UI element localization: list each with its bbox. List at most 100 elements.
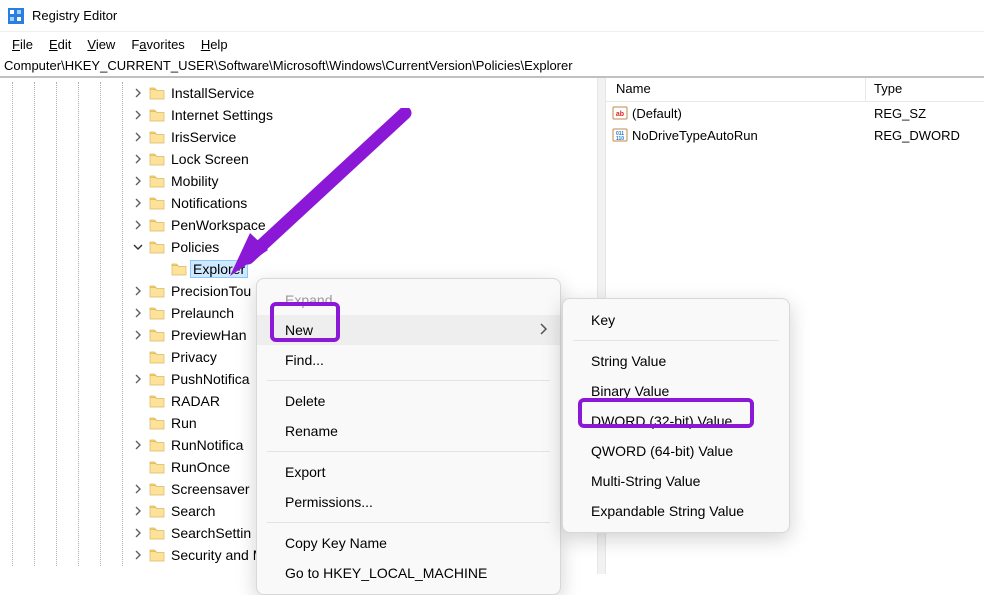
- menu-favorites[interactable]: Favorites: [123, 35, 192, 54]
- tree-item-label: Run: [169, 415, 199, 431]
- value-name: NoDriveTypeAutoRun: [632, 128, 758, 143]
- tree-item[interactable]: Mobility: [0, 170, 597, 192]
- folder-icon: [149, 240, 165, 254]
- spacer: [131, 350, 145, 364]
- chevron-right-icon[interactable]: [131, 438, 145, 452]
- tree-item-label: Screensaver: [169, 481, 252, 497]
- cm-copy-key-name[interactable]: Copy Key Name: [257, 528, 560, 558]
- menu-view[interactable]: View: [79, 35, 123, 54]
- folder-icon: [149, 372, 165, 386]
- folder-icon: [149, 130, 165, 144]
- folder-icon: [149, 504, 165, 518]
- tree-item-label: Lock Screen: [169, 151, 251, 167]
- cm-permissions[interactable]: Permissions...: [257, 487, 560, 517]
- sub-string-value[interactable]: String Value: [563, 346, 789, 376]
- tree-item-label: PushNotifica: [169, 371, 252, 387]
- folder-icon: [149, 482, 165, 496]
- tree-item-label: Privacy: [169, 349, 219, 365]
- chevron-right-icon[interactable]: [131, 328, 145, 342]
- chevron-right-icon[interactable]: [131, 284, 145, 298]
- chevron-right-icon[interactable]: [131, 108, 145, 122]
- chevron-right-icon[interactable]: [131, 130, 145, 144]
- tree-item-label: Search: [169, 503, 217, 519]
- folder-icon: [149, 306, 165, 320]
- chevron-right-icon: [540, 322, 548, 338]
- cm-rename[interactable]: Rename: [257, 416, 560, 446]
- sub-qword-value[interactable]: QWORD (64-bit) Value: [563, 436, 789, 466]
- chevron-right-icon[interactable]: [131, 86, 145, 100]
- svg-text:110: 110: [616, 136, 624, 142]
- tree-item-label: Notifications: [169, 195, 249, 211]
- separator: [267, 522, 550, 523]
- folder-icon: [149, 438, 165, 452]
- separator: [267, 380, 550, 381]
- chevron-right-icon[interactable]: [131, 196, 145, 210]
- separator: [267, 451, 550, 452]
- folder-icon: [149, 108, 165, 122]
- cm-find[interactable]: Find...: [257, 345, 560, 375]
- folder-icon: [149, 548, 165, 562]
- sub-dword-value[interactable]: DWORD (32-bit) Value: [563, 406, 789, 436]
- cm-export[interactable]: Export: [257, 457, 560, 487]
- tree-item-label: PrecisionTou: [169, 283, 253, 299]
- spacer: [131, 460, 145, 474]
- folder-icon: [171, 262, 187, 276]
- menu-help[interactable]: Help: [193, 35, 236, 54]
- value-type: REG_DWORD: [866, 128, 984, 143]
- column-type[interactable]: Type: [866, 78, 984, 101]
- window-title: Registry Editor: [32, 8, 117, 23]
- values-header: Name Type: [606, 78, 984, 102]
- sub-multi-string-value[interactable]: Multi-String Value: [563, 466, 789, 496]
- spacer: [153, 262, 167, 276]
- column-name[interactable]: Name: [606, 78, 866, 101]
- sub-key[interactable]: Key: [563, 305, 789, 335]
- spacer: [131, 394, 145, 408]
- menubar: File Edit View Favorites Help: [0, 32, 984, 56]
- tree-item[interactable]: Explorer: [0, 258, 597, 280]
- menu-edit[interactable]: Edit: [41, 35, 79, 54]
- chevron-right-icon[interactable]: [131, 482, 145, 496]
- chevron-right-icon[interactable]: [131, 218, 145, 232]
- folder-icon: [149, 416, 165, 430]
- chevron-right-icon[interactable]: [131, 548, 145, 562]
- folder-icon: [149, 196, 165, 210]
- tree-item-label: Explorer: [191, 261, 247, 277]
- chevron-right-icon[interactable]: [131, 526, 145, 540]
- regedit-icon: [8, 8, 24, 24]
- tree-item[interactable]: Internet Settings: [0, 104, 597, 126]
- cm-delete[interactable]: Delete: [257, 386, 560, 416]
- value-row[interactable]: ab(Default)REG_SZ: [606, 102, 984, 124]
- tree-item-label: Mobility: [169, 173, 220, 189]
- menu-file[interactable]: File: [4, 35, 41, 54]
- chevron-down-icon[interactable]: [131, 240, 145, 254]
- folder-icon: [149, 328, 165, 342]
- tree-item[interactable]: Lock Screen: [0, 148, 597, 170]
- tree-item[interactable]: IrisService: [0, 126, 597, 148]
- tree-item-label: Internet Settings: [169, 107, 275, 123]
- tree-item-label: IrisService: [169, 129, 238, 145]
- chevron-right-icon[interactable]: [131, 306, 145, 320]
- sub-expandable-string-value[interactable]: Expandable String Value: [563, 496, 789, 526]
- tree-item-label: Policies: [169, 239, 221, 255]
- tree-item[interactable]: Notifications: [0, 192, 597, 214]
- value-row[interactable]: 011110NoDriveTypeAutoRunREG_DWORD: [606, 124, 984, 146]
- context-menu: Expand New Find... Delete Rename Export …: [256, 278, 561, 595]
- address-path: Computer\HKEY_CURRENT_USER\Software\Micr…: [4, 58, 573, 73]
- folder-icon: [149, 218, 165, 232]
- folder-icon: [149, 86, 165, 100]
- tree-item[interactable]: PenWorkspace: [0, 214, 597, 236]
- tree-item[interactable]: Policies: [0, 236, 597, 258]
- tree-item-label: PreviewHan: [169, 327, 248, 343]
- tree-item[interactable]: InstallService: [0, 82, 597, 104]
- tree-item-label: RunNotifica: [169, 437, 245, 453]
- titlebar: Registry Editor: [0, 0, 984, 32]
- chevron-right-icon[interactable]: [131, 152, 145, 166]
- address-bar[interactable]: Computer\HKEY_CURRENT_USER\Software\Micr…: [0, 56, 984, 78]
- cm-new[interactable]: New: [257, 315, 560, 345]
- sub-binary-value[interactable]: Binary Value: [563, 376, 789, 406]
- chevron-right-icon[interactable]: [131, 504, 145, 518]
- cm-go-to[interactable]: Go to HKEY_LOCAL_MACHINE: [257, 558, 560, 588]
- chevron-right-icon[interactable]: [131, 372, 145, 386]
- chevron-right-icon[interactable]: [131, 174, 145, 188]
- value-name: (Default): [632, 106, 682, 121]
